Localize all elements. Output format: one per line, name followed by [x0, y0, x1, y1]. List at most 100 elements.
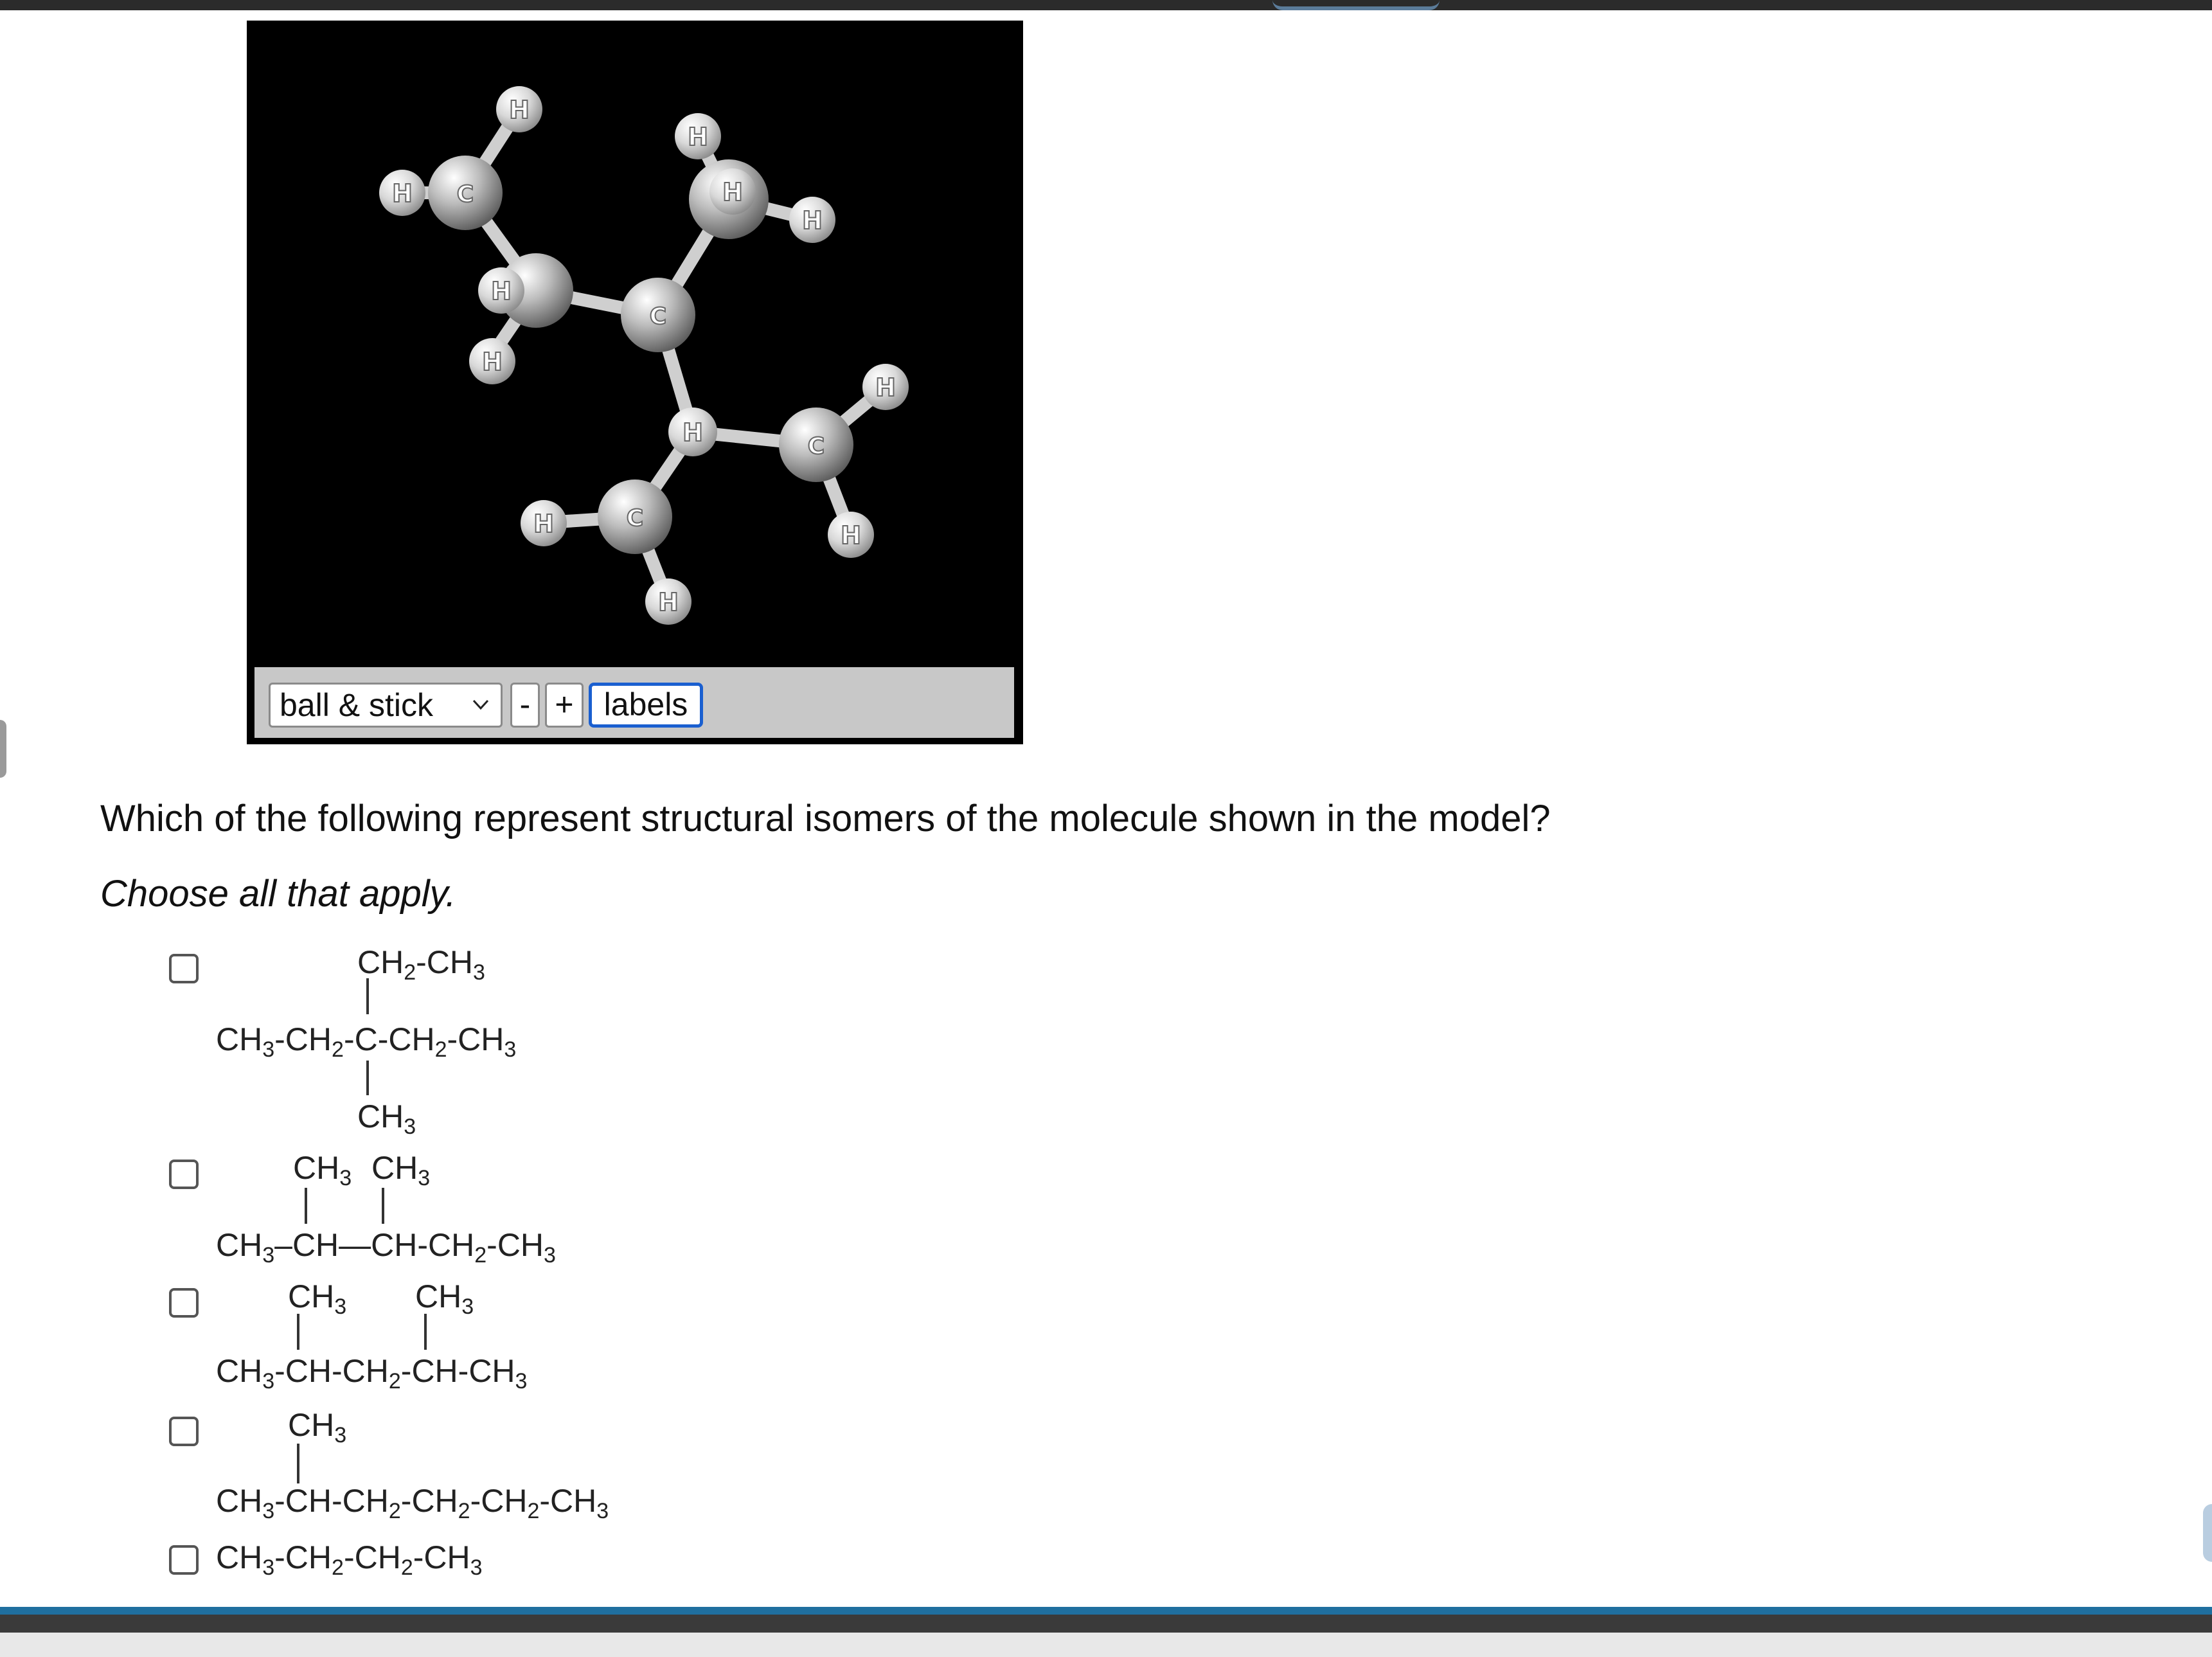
formula-subscript: 3: [262, 1243, 275, 1267]
chevron-down-icon: [472, 699, 489, 710]
option-1-main-chain: CH3-CH2-C-CH2-CH3: [216, 1021, 516, 1062]
zoom-in-button[interactable]: +: [545, 683, 584, 728]
option-1-checkbox[interactable]: [169, 954, 199, 983]
svg-text:C: C: [627, 505, 643, 532]
bond-line: [297, 1444, 299, 1483]
formula-text: CH: [293, 1150, 340, 1186]
right-edge-tab[interactable]: [2203, 1504, 2212, 1562]
left-edge-tab[interactable]: [0, 720, 6, 778]
question-instruction: Choose all that apply.: [100, 873, 456, 915]
formula-text: CH: [216, 1021, 263, 1057]
svg-text:H: H: [875, 373, 896, 402]
formula-text: -CH: [400, 1483, 458, 1519]
bottom-bar: [0, 1615, 2212, 1633]
zoom-out-button[interactable]: -: [510, 683, 540, 728]
hydrogen-atom: H: [675, 113, 721, 159]
formula-text: CH: [357, 944, 404, 980]
formula-subscript: 2: [458, 1499, 470, 1523]
formula-subscript: 3: [473, 960, 485, 985]
formula-subscript: 3: [596, 1499, 609, 1523]
svg-text:C: C: [457, 181, 474, 208]
formula-subscript: 3: [262, 1499, 275, 1523]
formula-text: CH: [216, 1353, 263, 1389]
formula-subscript: 2: [434, 1037, 447, 1062]
top-bar-accent: [1272, 0, 1440, 10]
svg-text:H: H: [802, 206, 823, 235]
svg-text:H: H: [682, 418, 703, 447]
molecule-model[interactable]: H H C H H C H H H H C H H H C H: [247, 21, 1023, 666]
formula-subscript: 3: [334, 1423, 347, 1447]
hydrogen-atom: H: [668, 408, 717, 456]
formula-subscript: 3: [404, 1115, 416, 1139]
bond-line: [366, 1061, 369, 1095]
svg-text:H: H: [509, 96, 530, 124]
carbon-atom: C: [428, 156, 503, 230]
svg-text:H: H: [841, 521, 861, 550]
formula-subscript: 2: [388, 1499, 401, 1523]
bond-line: [382, 1188, 384, 1224]
svg-text:H: H: [533, 510, 554, 538]
hydrogen-atom: H: [709, 168, 756, 215]
option-4-top-group: CH3: [288, 1406, 346, 1448]
molecule-viewer[interactable]: H H C H H C H H H H C H H H C H ball & s…: [247, 21, 1023, 744]
bond-line: [366, 978, 369, 1014]
formula-text: CH: [216, 1539, 263, 1575]
formula-subscript: 3: [544, 1243, 556, 1267]
formula-text: CH: [216, 1227, 263, 1263]
option-5-formula: CH3-CH2-CH2-CH3: [216, 1539, 483, 1581]
hydrogen-atom: H: [521, 500, 567, 546]
formula-text: -CH: [486, 1227, 544, 1263]
svg-text:H: H: [482, 348, 503, 376]
formula-subscript: 3: [515, 1369, 528, 1393]
formula-text: -CH: [539, 1483, 597, 1519]
option-3-checkbox[interactable]: [169, 1288, 199, 1318]
hydrogen-atom: H: [828, 512, 874, 558]
bond-line: [424, 1314, 427, 1350]
render-mode-select[interactable]: ball & stick: [269, 683, 503, 728]
formula-subscript: 3: [262, 1369, 275, 1393]
formula-text: -CH: [470, 1483, 528, 1519]
render-mode-value: ball & stick: [280, 687, 433, 723]
question-text: Which of the following represent structu…: [100, 798, 1551, 839]
svg-text:H: H: [658, 588, 679, 616]
svg-text:H: H: [491, 277, 512, 305]
formula-text: CH: [288, 1407, 335, 1443]
top-bar: [0, 0, 2212, 10]
svg-text:H: H: [722, 178, 743, 206]
formula-text: -CH: [274, 1539, 332, 1575]
formula-text: -CH: [447, 1021, 504, 1057]
hydrogen-atom: H: [379, 170, 425, 216]
formula-text: -CH: [274, 1021, 332, 1057]
option-5-checkbox[interactable]: [169, 1545, 199, 1575]
formula-text: –CH—CH-CH: [274, 1227, 475, 1263]
formula-subscript: 3: [334, 1294, 347, 1319]
option-1-top-group: CH2-CH3: [357, 944, 485, 985]
option-3-main-chain: CH3-CH-CH2-CH-CH3: [216, 1352, 527, 1394]
formula-text: -CH: [343, 1539, 401, 1575]
formula-subscript: 3: [262, 1555, 275, 1580]
hydrogen-atom: H: [496, 86, 542, 132]
formula-text: -CH-CH: [400, 1353, 515, 1389]
page: H H C H H C H H H H C H H H C H ball & s…: [0, 0, 2212, 1657]
viewer-toolbar: ball & stick - + labels: [254, 667, 1014, 738]
option-2-top-group-b: CH3: [371, 1149, 430, 1191]
option-2-top-group-a: CH3: [293, 1149, 352, 1191]
hydrogen-atom: H: [862, 364, 909, 410]
formula-subscript: 2: [474, 1243, 487, 1267]
formula-text: CH: [371, 1150, 418, 1186]
labels-button[interactable]: labels: [589, 683, 703, 728]
hydrogen-atom: H: [645, 578, 691, 625]
option-2-checkbox[interactable]: [169, 1160, 199, 1189]
formula-text: -CH-CH: [274, 1483, 389, 1519]
formula-subscript: 2: [388, 1369, 401, 1393]
formula-text: -CH-CH: [274, 1353, 389, 1389]
formula-subscript: 3: [461, 1294, 474, 1319]
formula-subscript: 2: [404, 960, 416, 985]
option-2-main-chain: CH3–CH—CH-CH2-CH3: [216, 1226, 556, 1268]
carbon-atom: C: [598, 479, 672, 554]
option-4-checkbox[interactable]: [169, 1417, 199, 1446]
formula-subscript: 3: [504, 1037, 517, 1062]
formula-text: CH: [288, 1278, 335, 1314]
formula-text: -CH: [413, 1539, 470, 1575]
formula-text: CH: [216, 1483, 263, 1519]
